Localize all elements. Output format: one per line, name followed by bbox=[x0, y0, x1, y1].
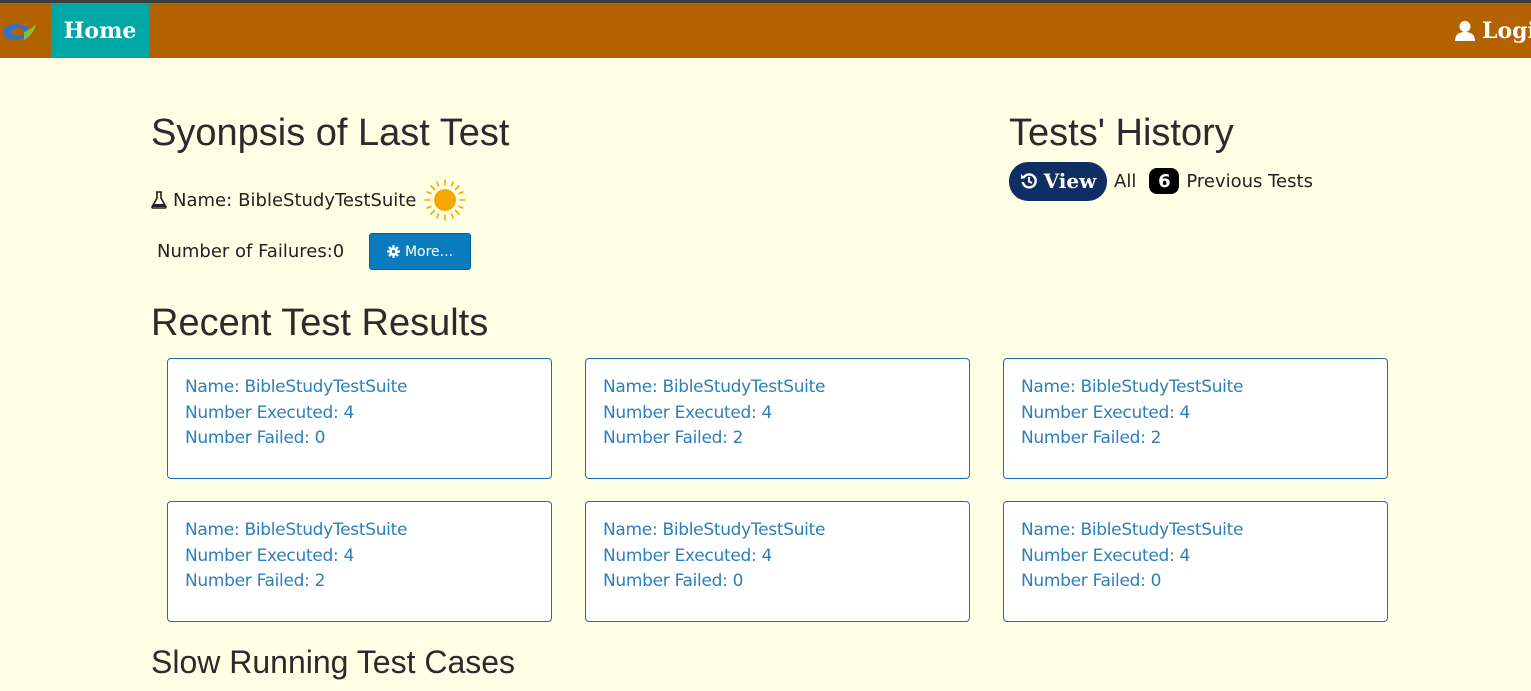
test-result-card[interactable]: Name: BibleStudyTestSuite Number Execute… bbox=[1003, 501, 1388, 622]
view-history-button[interactable]: View bbox=[1009, 161, 1107, 201]
login-label: Logi bbox=[1482, 17, 1531, 44]
card-failed: Number Failed: 0 bbox=[603, 571, 744, 591]
user-icon bbox=[1455, 20, 1475, 41]
top-navbar: Home Logi bbox=[0, 0, 1531, 58]
card-name: Name: BibleStudyTestSuite bbox=[603, 377, 826, 397]
last-test-name-row: Name: BibleStudyTestSuite bbox=[151, 179, 467, 221]
view-button-label: View bbox=[1043, 169, 1097, 193]
previous-tests-count-badge: 6 bbox=[1149, 168, 1180, 194]
card-name: Name: BibleStudyTestSuite bbox=[1021, 377, 1244, 397]
card-executed: Number Executed: 4 bbox=[185, 402, 355, 423]
test-result-card[interactable]: Name: BibleStudyTestSuite Number Execute… bbox=[585, 358, 970, 479]
nav-home-link[interactable]: Home bbox=[51, 3, 149, 58]
previous-tests-label: Previous Tests bbox=[1186, 170, 1313, 192]
card-executed: Number Executed: 4 bbox=[185, 545, 355, 566]
more-button-label: More... bbox=[404, 243, 454, 260]
all-label: All bbox=[1114, 170, 1137, 192]
card-name: Name: BibleStudyTestSuite bbox=[185, 520, 408, 540]
history-title: Tests' History bbox=[1009, 112, 1234, 154]
failures-row: Number of Failures: 0 bbox=[157, 233, 344, 269]
card-name: Name: BibleStudyTestSuite bbox=[1021, 520, 1244, 540]
card-name: Name: BibleStudyTestSuite bbox=[603, 520, 826, 540]
card-executed: Number Executed: 4 bbox=[1021, 545, 1191, 566]
card-executed: Number Executed: 4 bbox=[603, 545, 773, 566]
history-row: View All 6 Previous Tests bbox=[1009, 161, 1313, 201]
recent-results-title: Recent Test Results bbox=[151, 302, 489, 344]
name-prefix: Name: bbox=[173, 189, 233, 211]
more-button[interactable]: More... bbox=[369, 233, 471, 270]
app-logo-icon[interactable] bbox=[0, 20, 40, 44]
history-icon bbox=[1020, 173, 1037, 189]
flask-icon bbox=[151, 191, 167, 209]
test-result-card[interactable]: Name: BibleStudyTestSuite Number Execute… bbox=[167, 501, 552, 622]
test-result-card[interactable]: Name: BibleStudyTestSuite Number Execute… bbox=[167, 358, 552, 479]
last-test-name: BibleStudyTestSuite bbox=[238, 189, 417, 211]
failures-label: Number of Failures: bbox=[157, 240, 333, 262]
failures-value: 0 bbox=[332, 240, 345, 262]
gear-icon bbox=[386, 245, 400, 258]
test-result-card[interactable]: Name: BibleStudyTestSuite Number Execute… bbox=[1003, 358, 1388, 479]
card-failed: Number Failed: 0 bbox=[185, 428, 326, 448]
card-executed: Number Executed: 4 bbox=[1021, 402, 1191, 423]
synopsis-title: Syonpsis of Last Test bbox=[151, 112, 510, 154]
card-failed: Number Failed: 2 bbox=[185, 571, 326, 591]
nav-login-link[interactable]: Logi bbox=[1454, 3, 1531, 58]
test-result-card[interactable]: Name: BibleStudyTestSuite Number Execute… bbox=[585, 501, 970, 622]
card-failed: Number Failed: 2 bbox=[1021, 428, 1162, 448]
card-executed: Number Executed: 4 bbox=[603, 402, 773, 423]
slow-tests-title: Slow Running Test Cases bbox=[151, 644, 516, 680]
sun-icon bbox=[424, 179, 467, 221]
card-failed: Number Failed: 0 bbox=[1021, 571, 1162, 591]
card-failed: Number Failed: 2 bbox=[603, 428, 744, 448]
card-name: Name: BibleStudyTestSuite bbox=[185, 377, 408, 397]
